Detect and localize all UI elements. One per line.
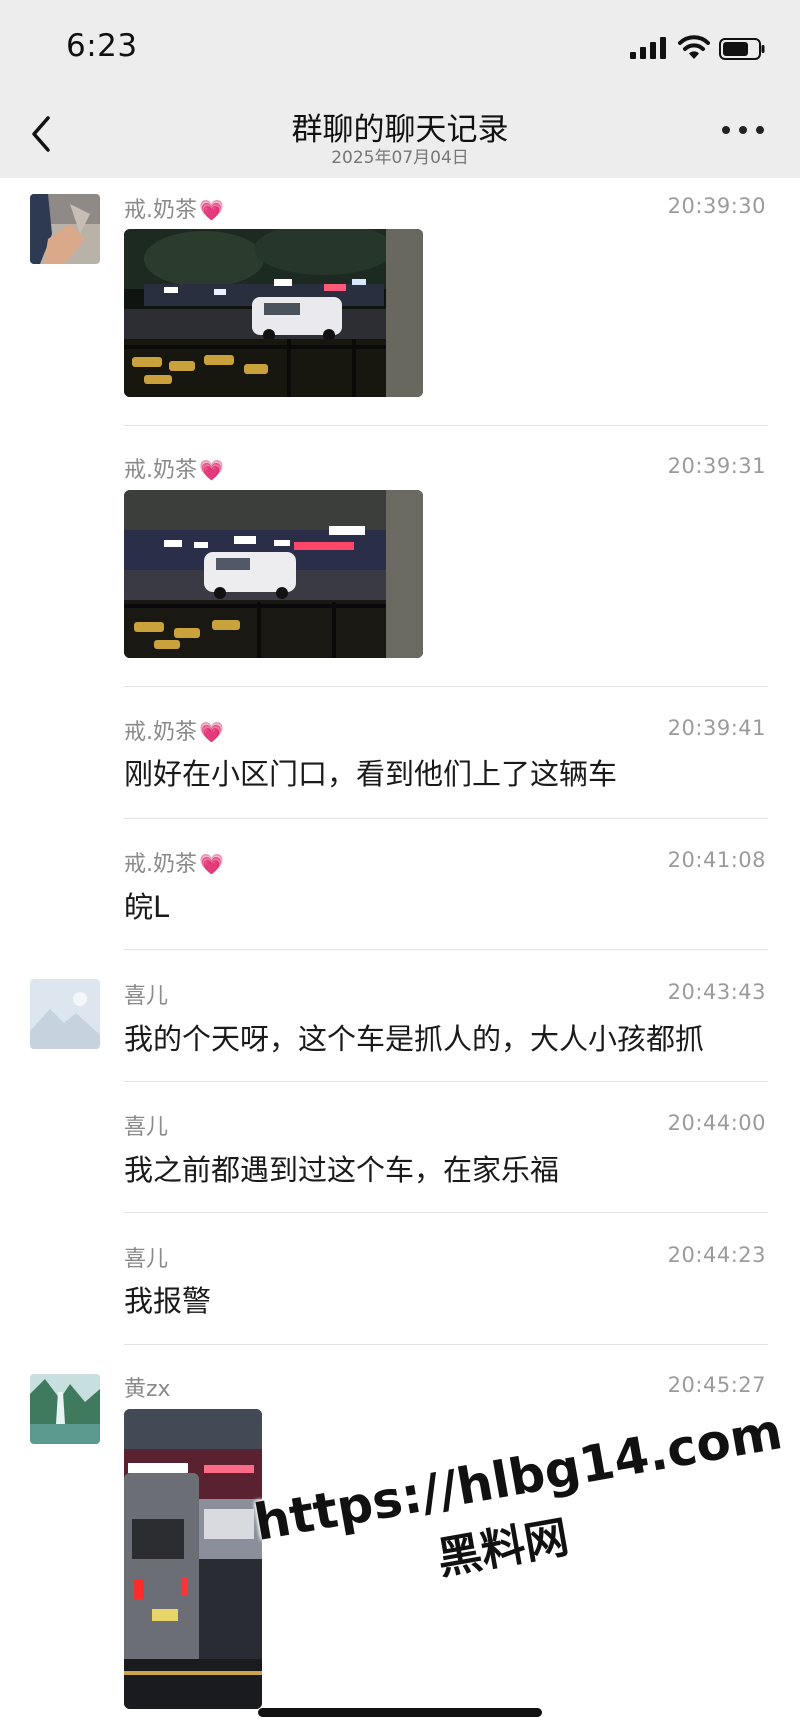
heart-emoji: 💗 <box>199 852 224 876</box>
sender-name: 黄zx <box>124 1377 171 1402</box>
message-time: 20:39:41 <box>667 716 766 740</box>
heart-emoji: 💗 <box>199 458 224 482</box>
wifi-icon <box>678 35 710 59</box>
sender-name: 戒.奶茶 💗 <box>124 458 224 483</box>
watermark: https://hlbg14.com 黑料网 <box>250 1402 786 1617</box>
heart-emoji: 💗 <box>199 198 224 222</box>
message-photo[interactable] <box>124 1409 262 1709</box>
message-photo[interactable] <box>124 229 423 397</box>
message-time: 20:45:27 <box>667 1373 766 1397</box>
status-time: 6:23 <box>66 28 138 64</box>
avatar[interactable] <box>30 194 100 264</box>
message-time: 20:44:23 <box>667 1243 766 1267</box>
message-time: 20:41:08 <box>667 848 766 872</box>
battery-icon <box>719 38 765 60</box>
sender-name: 戒.奶茶 💗 <box>124 852 224 877</box>
sender-name: 喜儿 <box>124 1247 169 1272</box>
message-time: 20:44:00 <box>667 1111 766 1135</box>
message-time: 20:39:31 <box>667 454 766 478</box>
message-photo[interactable] <box>124 490 423 658</box>
message-text: 我报警 <box>124 1284 212 1318</box>
sender-name: 喜儿 <box>124 1115 169 1140</box>
sender-name: 戒.奶茶 💗 <box>124 720 224 745</box>
message-time: 20:43:43 <box>667 980 766 1004</box>
message-divider <box>124 1212 768 1213</box>
message-divider <box>124 818 768 819</box>
message-divider <box>124 1081 768 1082</box>
signal-icon <box>630 37 666 59</box>
message-divider <box>124 425 768 426</box>
message-divider <box>124 686 768 687</box>
message-text: 我之前都遇到过这个车，在家乐福 <box>124 1153 560 1187</box>
status-icons <box>630 34 770 64</box>
message-divider <box>124 1344 768 1345</box>
message-time: 20:39:30 <box>667 194 766 218</box>
message-text: 刚好在小区门口，看到他们上了这辆车 <box>124 757 618 791</box>
page-date: 2025年07月04日 <box>331 148 469 168</box>
sender-name: 喜儿 <box>124 984 169 1009</box>
message-divider <box>124 949 768 950</box>
more-dots-icon[interactable] <box>722 124 764 138</box>
message-text: 皖L <box>124 890 170 924</box>
avatar[interactable] <box>30 979 100 1049</box>
avatar[interactable] <box>30 1374 100 1444</box>
top-bar: 6:23 群聊的聊天记录 2025年07月04日 <box>0 0 800 178</box>
home-indicator[interactable] <box>258 1708 542 1717</box>
message-text: 我的个天呀，这个车是抓人的，大人小孩都抓 <box>124 1022 705 1056</box>
heart-emoji: 💗 <box>199 720 224 744</box>
sender-name: 戒.奶茶 💗 <box>124 198 224 223</box>
